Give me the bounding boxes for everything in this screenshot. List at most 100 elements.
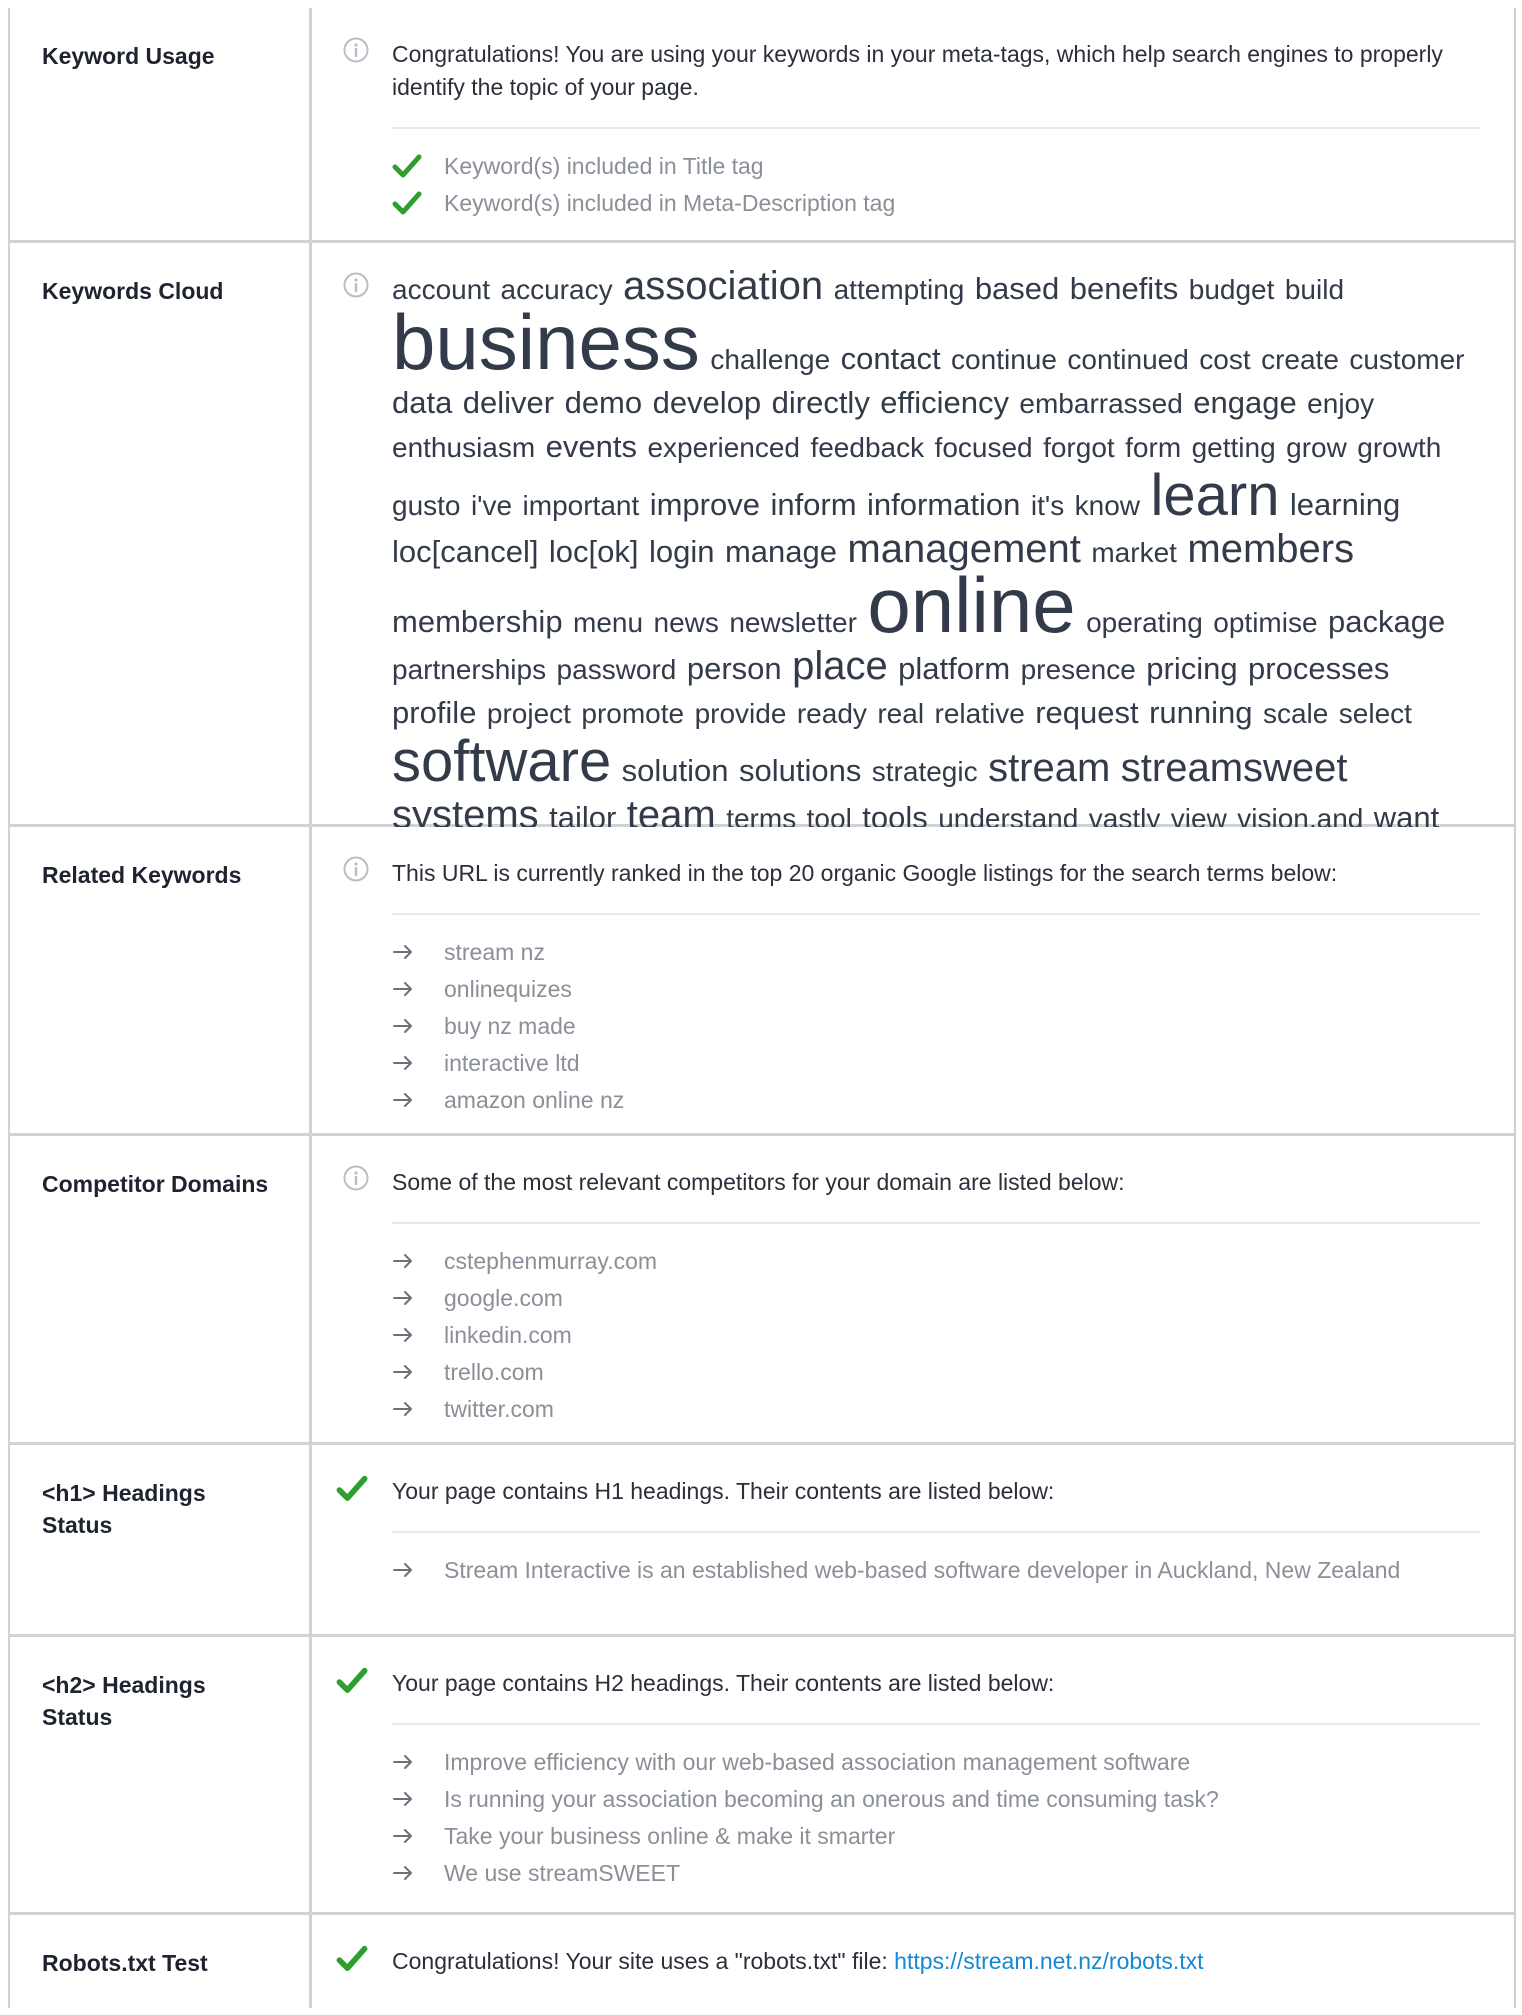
keyword-demo: demo [564,385,643,420]
info-icon [343,1165,369,1191]
keyword-cost: cost [1199,344,1251,375]
arrow-right-icon [393,1866,412,1880]
keyword-request: request [1035,695,1139,730]
seo-report-table: Keyword Usage Congratulations! You are u… [8,8,1516,2015]
check-icon [336,1475,368,1501]
keyword-attempting: attempting [833,274,965,305]
check-icon [336,1667,368,1693]
keyword-stream: stream [988,746,1111,790]
arrow-right-icon [393,1402,412,1416]
keyword-partnerships: partnerships [392,654,547,685]
list-item: Is running your association becoming an … [392,1783,1480,1815]
keyword-optimise: optimise [1213,607,1318,638]
list-item-text: onlinequizes [444,976,572,1002]
keyword-build: build [1284,274,1345,305]
robots-txt-link[interactable]: https://stream.net.nz/robots.txt [894,1948,1203,1974]
list-item: amazon online nz [392,1084,1480,1116]
list-item-text: linkedin.com [444,1322,572,1348]
keyword-budget: budget [1188,274,1275,305]
keyword-package: package [1328,604,1446,639]
content-cell: This URL is currently ranked in the top … [312,827,1514,1133]
list-item-text: Stream Interactive is an established web… [444,1557,1401,1583]
message: Your page contains H2 headings. Their co… [392,1670,1055,1696]
keyword-place: place [792,644,888,688]
label-cell: <h1> Headings Status [10,1445,309,1634]
keyword-project: project [486,698,571,729]
keyword-promote: promote [581,698,685,729]
list-item-text: Is running your association becoming an … [444,1786,1219,1812]
row-h2-headings: <h2> Headings Status Your page contains … [8,1637,1516,1915]
row-robots-txt: Robots.txt Test Congratulations! Your si… [8,1915,1516,2015]
heading-list: Stream Interactive is an established web… [392,1554,1480,1591]
keyword-newsletter: newsletter [729,607,857,638]
keyword-benefits: benefits [1069,271,1179,306]
list-item: Keyword(s) included in Meta-Description … [392,187,1480,219]
keyword-contact: contact [840,341,941,376]
arrow-right-icon [393,1291,412,1305]
list-item-text: stream nz [444,939,545,965]
row-label: <h2> Headings Status [42,1672,206,1730]
keyword-enjoy: enjoy [1307,388,1375,419]
divider [392,1531,1480,1533]
arrow-right-icon [393,1328,412,1342]
message: This URL is currently ranked in the top … [392,860,1338,886]
keyword-continued: continued [1067,344,1189,375]
keyword-strategic: strategic [871,756,978,787]
keyword-form: form [1125,432,1182,463]
info-icon [343,37,369,63]
keyword-operating: operating [1086,607,1203,638]
row-label: <h1> Headings Status [42,1480,206,1538]
content-cell: account accuracy association attempting … [312,243,1514,879]
keyword-streamsweet: streamsweet [1120,746,1348,790]
content-cell: Congratulations! Your site uses a "robot… [312,1915,1514,2015]
list-item: stream nz [392,936,1480,968]
arrow-right-icon [393,945,412,959]
info-icon [343,272,369,298]
message: Your page contains H1 headings. Their co… [392,1478,1055,1504]
keyword-learn: learn [1150,463,1280,528]
keyword-efficiency: efficiency [880,385,1009,420]
keyword-challenge: challenge [710,344,831,375]
arrow-right-icon [393,1792,412,1806]
list-item: Take your business online & make it smar… [392,1820,1480,1852]
list-item-text: interactive ltd [444,1050,580,1076]
row-related-keywords: Related Keywords This URL is currently r… [8,827,1516,1136]
arrow-right-icon [393,1019,412,1033]
row-label: Related Keywords [42,862,242,888]
content-cell: Some of the most relevant competitors fo… [312,1136,1514,1442]
list-item-text: Take your business online & make it smar… [444,1823,896,1849]
keyword-cloud: account accuracy association attempting … [392,266,1474,887]
row-label: Robots.txt Test [42,1950,208,1976]
keyword-business: business [392,298,700,386]
keyword-based: based [974,271,1060,306]
domain-list: cstephenmurray.com google.com linkedin.com… [392,1245,1480,1430]
arrow-right-icon [393,1829,412,1843]
keyword-solutions: solutions [738,753,862,788]
message: Congratulations! You are using your keyw… [392,41,1443,100]
label-cell: Competitor Domains [10,1136,309,1442]
keyword-experienced: experienced [647,432,800,463]
keyword-important: important [522,490,640,521]
check-list: Keyword(s) included in Title tag Keyword… [392,150,1480,224]
keyword-create: create [1261,344,1339,375]
keyword-select: select [1338,698,1412,729]
arrow-right-icon [393,1254,412,1268]
keyword-information: information [867,487,1021,522]
keyword-loc-cancel: loc[cancel] [392,534,539,569]
label-cell: Robots.txt Test [10,1915,309,2015]
keyword-i-ve: i've [470,490,513,521]
row-label: Keywords Cloud [42,278,224,304]
keyword-learning: learning [1289,487,1401,522]
check-icon [392,191,422,215]
divider [392,1723,1480,1725]
arrow-right-icon [393,1093,412,1107]
keyword-presence: presence [1020,654,1136,685]
keyword-enthusiasm: enthusiasm [392,432,536,463]
keyword-forgot: forgot [1043,432,1115,463]
keyword-running: running [1149,695,1253,730]
arrow-right-icon [393,1056,412,1070]
keyword-loc-ok: loc[ok] [548,534,639,569]
list-item: We use streamSWEET [392,1857,1480,1889]
list-item: Keyword(s) included in Title tag [392,150,1480,182]
list-item: trello.com [392,1356,1480,1388]
